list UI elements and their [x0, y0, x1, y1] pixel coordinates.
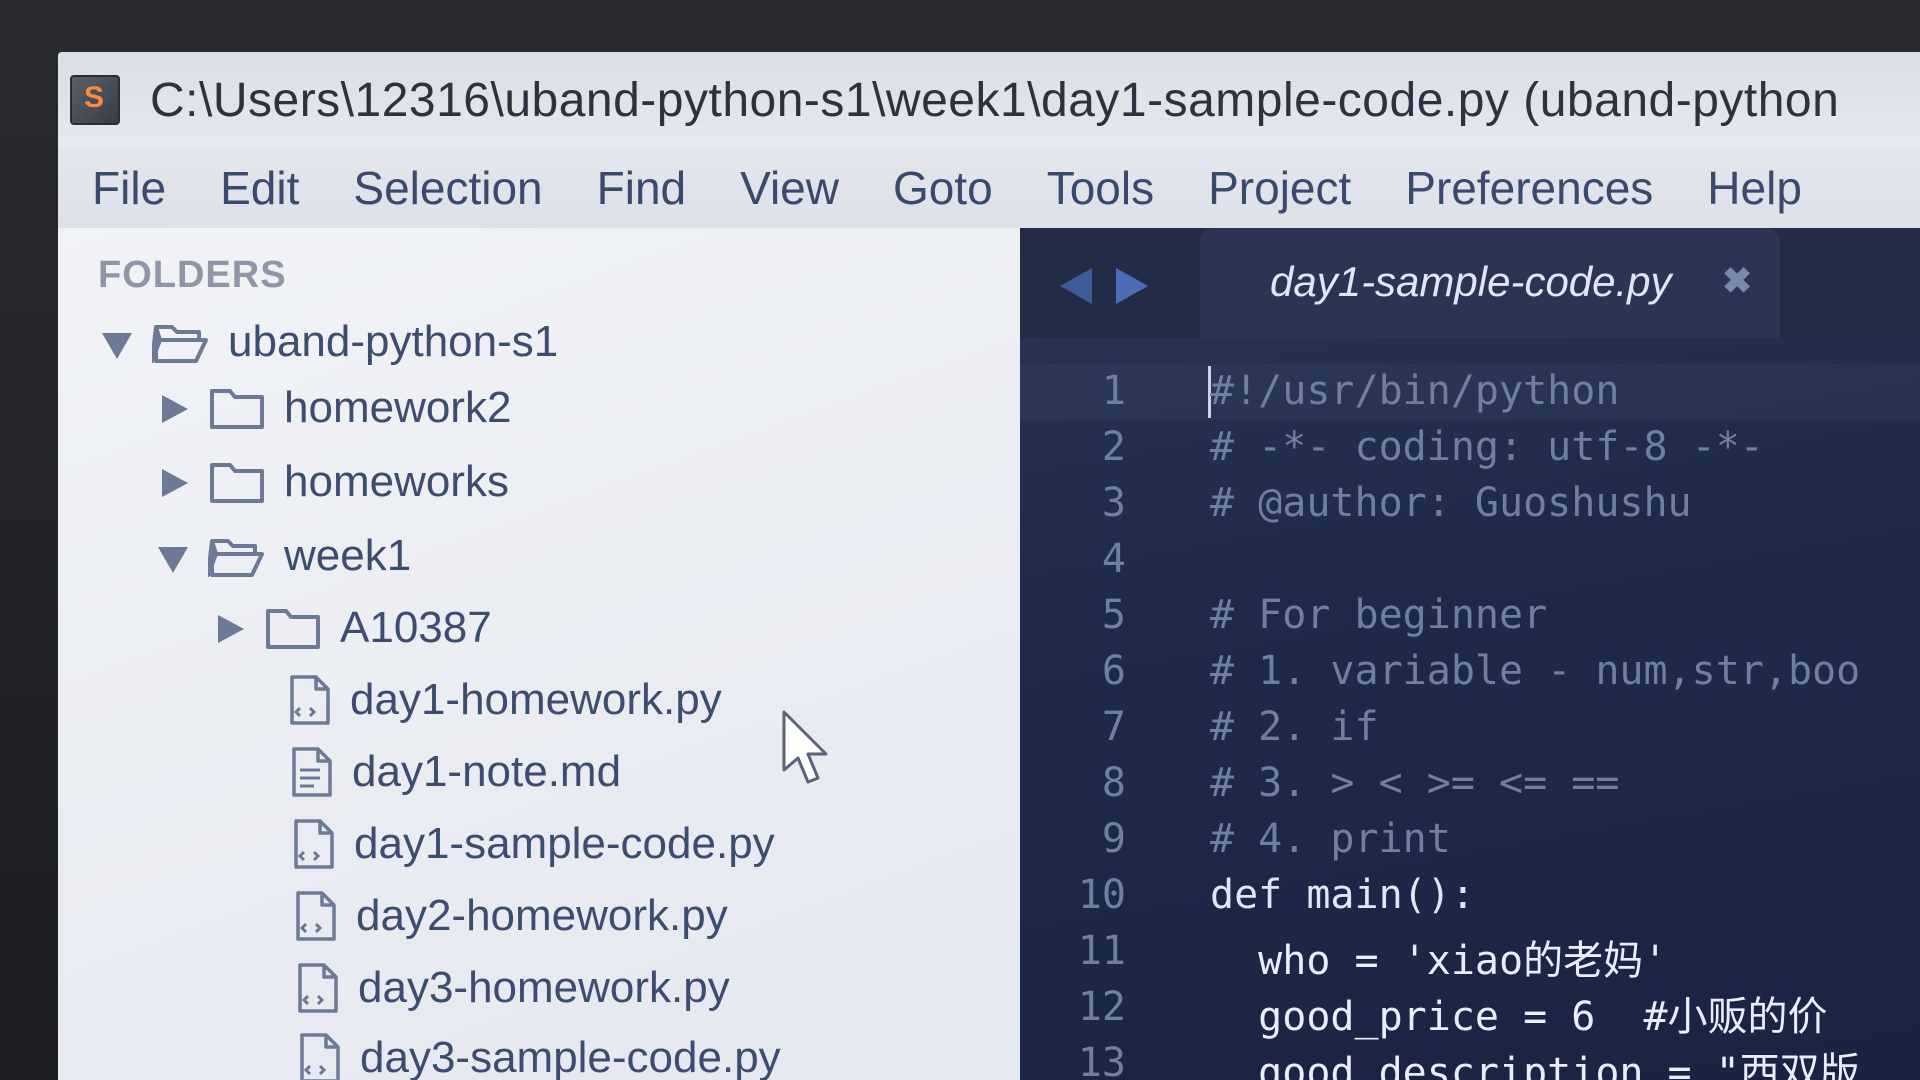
line-number: 6 [1101, 648, 1126, 694]
tree-label: day3-homework.py [358, 963, 730, 1012]
tree-label: homework2 [284, 383, 512, 432]
menu-project[interactable]: Project [1208, 161, 1351, 215]
tree-folder-a10387[interactable]: A10387 [214, 598, 492, 658]
tree-label: homeworks [284, 457, 509, 506]
line-number: 7 [1101, 704, 1126, 750]
chevron-right-icon[interactable] [158, 393, 188, 423]
code-line-8: # 3. > < >= <= == [1210, 760, 1620, 806]
line-number-gutter: 1 2 3 4 5 6 7 8 9 10 11 12 13 [1020, 338, 1150, 1080]
code-line-1: #!/usr/bin/python [1210, 368, 1620, 414]
chevron-right-icon[interactable] [214, 613, 244, 643]
code-line-13: good_description = "西双版 [1210, 1050, 1860, 1080]
python-file-icon [294, 819, 334, 869]
tree-file-day1-sample-code[interactable]: day1-sample-code.py [292, 814, 775, 874]
tab-bar: day1-sample-code.py ✖ [1020, 228, 1920, 338]
code-line-11: who = 'xiao的老妈' [1210, 938, 1668, 984]
editor-pane: day1-sample-code.py ✖ 1 2 3 4 5 6 7 8 9 … [1020, 228, 1920, 1080]
app-window: S C:\Users\12316\uband-python-s1\week1\d… [58, 52, 1920, 1080]
tree-folder-homeworks[interactable]: homeworks [158, 452, 509, 512]
tree-label: day1-note.md [352, 747, 622, 796]
tree-file-day3-sample-code[interactable]: day3-sample-code.py [298, 1028, 781, 1080]
line-number: 10 [1077, 872, 1126, 918]
menu-preferences[interactable]: Preferences [1405, 161, 1653, 215]
window-title: C:\Users\12316\uband-python-s1\week1\day… [150, 73, 1840, 127]
tab-nav-right-icon[interactable] [1116, 268, 1148, 304]
sublime-app-icon[interactable]: S [70, 75, 120, 125]
line-number: 3 [1101, 480, 1126, 526]
menu-bar: File Edit Selection Find View Goto Tools… [58, 148, 1920, 228]
chevron-down-icon[interactable] [158, 541, 188, 573]
line-number: 13 [1077, 1040, 1126, 1080]
folder-closed-icon [210, 463, 264, 503]
code-line-10: def main(): [1210, 872, 1475, 918]
tree-label: uband-python-s1 [228, 317, 559, 366]
chevron-right-icon[interactable] [158, 467, 188, 497]
tab-nav-left-icon[interactable] [1060, 268, 1092, 304]
tree-folder-week1[interactable]: week1 [158, 526, 411, 586]
tree-label: week1 [284, 531, 412, 580]
menu-edit[interactable]: Edit [220, 161, 299, 215]
line-number: 4 [1101, 536, 1126, 582]
menu-help[interactable]: Help [1707, 161, 1802, 215]
folders-header: FOLDERS [98, 254, 287, 296]
app-icon-letter: S [84, 81, 105, 114]
tree-file-day3-homework[interactable]: day3-homework.py [296, 958, 730, 1018]
line-number: 12 [1077, 984, 1126, 1030]
menu-view[interactable]: View [740, 161, 839, 215]
close-icon[interactable]: ✖ [1722, 260, 1752, 302]
tree-label: day1-homework.py [350, 675, 722, 724]
code-line-6: # 1. variable - num,str,boo [1210, 648, 1861, 694]
line-number: 1 [1101, 368, 1126, 414]
code-line-3: # @author: Guoshushu [1210, 480, 1692, 526]
menu-goto[interactable]: Goto [893, 161, 993, 215]
line-number: 8 [1101, 760, 1126, 806]
folder-open-icon [208, 539, 264, 577]
python-file-icon [298, 963, 338, 1013]
code-line-2: # -*- coding: utf-8 -*- [1210, 424, 1764, 470]
sidebar-folders: FOLDERS uband-python-s1 homework2 homewo… [58, 228, 1020, 1080]
mouse-cursor-icon [782, 710, 828, 784]
menu-tools[interactable]: Tools [1047, 161, 1154, 215]
markdown-file-icon [292, 747, 332, 797]
python-file-icon [296, 891, 336, 941]
code-line-9: # 4. print [1210, 816, 1451, 862]
code-line-12: good_price = 6 #小贩的价 [1210, 994, 1828, 1040]
tree-file-day2-homework[interactable]: day2-homework.py [294, 886, 728, 946]
menu-file[interactable]: File [92, 161, 166, 215]
folder-closed-icon [210, 389, 264, 429]
chevron-down-icon[interactable] [102, 327, 132, 359]
folder-closed-icon [266, 609, 320, 649]
line-number: 2 [1101, 424, 1126, 470]
tree-file-day1-note[interactable]: day1-note.md [290, 742, 621, 802]
tree-file-day1-homework[interactable]: day1-homework.py [288, 670, 722, 730]
tree-folder-homework2[interactable]: homework2 [158, 378, 511, 438]
code-line-5: # For beginner [1210, 592, 1548, 638]
python-file-icon [300, 1033, 340, 1080]
line-number: 9 [1101, 816, 1126, 862]
tab-title: day1-sample-code.py [1270, 258, 1672, 305]
menu-find[interactable]: Find [597, 161, 686, 215]
code-line-7: # 2. if [1210, 704, 1379, 750]
tree-label: day3-sample-code.py [360, 1033, 781, 1080]
folder-open-icon [152, 325, 208, 363]
python-file-icon [290, 675, 330, 725]
menu-selection[interactable]: Selection [353, 161, 542, 215]
line-number: 5 [1101, 592, 1126, 638]
line-number: 11 [1077, 928, 1126, 974]
tree-folder-uband-python-s1[interactable]: uband-python-s1 [102, 312, 558, 372]
tree-label: day1-sample-code.py [354, 819, 775, 868]
tree-label: day2-homework.py [356, 891, 728, 940]
title-bar: S C:\Users\12316\uband-python-s1\week1\d… [58, 52, 1920, 148]
tab-day1-sample-code[interactable]: day1-sample-code.py ✖ [1200, 228, 1780, 338]
tree-label: A10387 [340, 603, 492, 652]
